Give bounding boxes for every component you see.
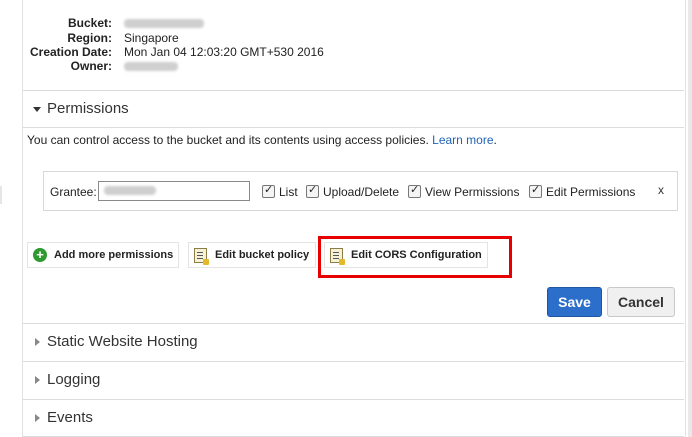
permissions-info-text: You can control access to the bucket and… bbox=[27, 133, 429, 147]
caret-right-icon bbox=[35, 338, 40, 346]
checkbox-label-edit-permissions: Edit Permissions bbox=[546, 185, 636, 199]
learn-more-link[interactable]: Learn more bbox=[432, 133, 493, 147]
redacted-bucket-name bbox=[124, 19, 204, 29]
redacted-grantee bbox=[104, 186, 156, 195]
checkbox-label-view-permissions: View Permissions bbox=[425, 185, 520, 199]
prop-value-creation-date: Mon Jan 04 12:03:20 GMT+530 2016 bbox=[124, 45, 324, 59]
section-title-events: Events bbox=[47, 409, 93, 426]
edit-bucket-policy-button[interactable]: Edit bucket policy bbox=[188, 242, 316, 268]
prop-label-owner: Owner: bbox=[70, 59, 112, 73]
policy-document-icon bbox=[194, 248, 209, 265]
checkbox-list[interactable]: List bbox=[262, 183, 298, 199]
checkbox-icon[interactable] bbox=[306, 183, 319, 198]
prop-value-region: Singapore bbox=[124, 31, 179, 45]
checkbox-edit-permissions[interactable]: Edit Permissions bbox=[529, 183, 636, 199]
highlight-annotation bbox=[318, 236, 512, 278]
section-static-website-hosting-header[interactable]: Static Website Hosting bbox=[23, 324, 684, 360]
caret-right-icon bbox=[35, 376, 40, 384]
remove-grantee-button[interactable]: x bbox=[658, 183, 664, 197]
checkbox-icon[interactable] bbox=[529, 183, 542, 198]
checkbox-view-permissions[interactable]: View Permissions bbox=[408, 183, 520, 199]
add-more-permissions-button[interactable]: + Add more permissions bbox=[27, 242, 179, 268]
grantee-input[interactable] bbox=[98, 181, 250, 201]
prop-label-region: Region: bbox=[67, 31, 112, 45]
section-events-header[interactable]: Events bbox=[23, 400, 684, 436]
divider bbox=[23, 127, 684, 128]
prop-label-creation-date: Creation Date: bbox=[29, 45, 112, 59]
checkbox-upload-delete[interactable]: Upload/Delete bbox=[306, 183, 400, 199]
prop-value-owner bbox=[124, 59, 178, 73]
grantee-label: Grantee: bbox=[50, 185, 97, 199]
checkbox-icon[interactable] bbox=[262, 183, 275, 198]
permissions-info: You can control access to the bucket and… bbox=[27, 133, 497, 147]
checkbox-icon[interactable] bbox=[408, 183, 421, 198]
section-title-permissions: Permissions bbox=[47, 100, 129, 117]
prop-value-bucket bbox=[124, 16, 204, 30]
caret-down-icon bbox=[33, 107, 41, 112]
save-button[interactable]: Save bbox=[547, 287, 602, 317]
scrollbar[interactable] bbox=[688, 0, 692, 437]
info-suffix: . bbox=[493, 133, 497, 147]
edit-bucket-policy-label: Edit bucket policy bbox=[215, 249, 310, 261]
left-edge-divider bbox=[0, 186, 2, 204]
caret-right-icon bbox=[35, 414, 40, 422]
redacted-owner-name bbox=[124, 62, 178, 72]
section-logging-header[interactable]: Logging bbox=[23, 362, 684, 398]
section-title-logging: Logging bbox=[47, 371, 101, 388]
cancel-button[interactable]: Cancel bbox=[607, 287, 675, 317]
add-more-permissions-label: Add more permissions bbox=[54, 249, 174, 261]
plus-icon: + bbox=[33, 248, 47, 262]
checkbox-label-list: List bbox=[279, 185, 298, 199]
section-permissions-header[interactable]: Permissions bbox=[23, 91, 684, 127]
grantee-row: Grantee: List Upload/Delete View Permiss… bbox=[43, 171, 678, 211]
checkbox-label-upload-delete: Upload/Delete bbox=[323, 185, 400, 199]
prop-label-bucket: Bucket: bbox=[67, 16, 112, 30]
section-title-static-website-hosting: Static Website Hosting bbox=[47, 333, 198, 350]
